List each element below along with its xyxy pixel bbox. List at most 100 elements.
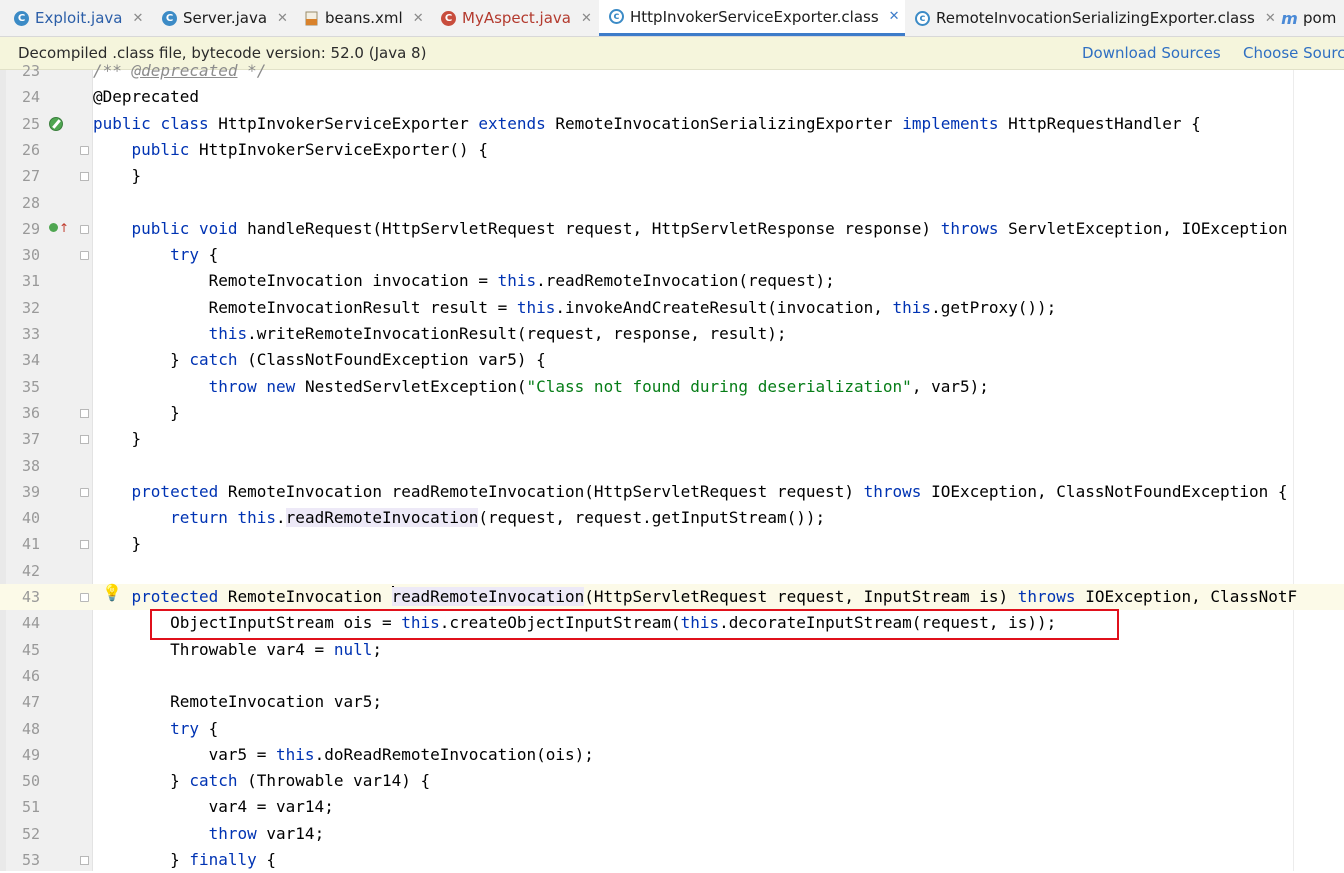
- code-line[interactable]: 25 public class HttpInvokerServiceExporte…: [0, 111, 1344, 137]
- tab-server-java[interactable]: C Server.java ✕: [162, 0, 288, 36]
- code-line[interactable]: 39 protected RemoteInvocation readRemote…: [0, 479, 1344, 505]
- code-text[interactable]: }: [93, 531, 142, 557]
- code-line[interactable]: 37 }: [0, 426, 1344, 452]
- code-text[interactable]: protected RemoteInvocation readRemoteInv…: [93, 479, 1288, 505]
- xml-file-icon: [304, 11, 319, 26]
- line-number: 47: [21, 693, 40, 711]
- code-text[interactable]: try {: [93, 716, 218, 742]
- java-class-icon: C: [162, 10, 177, 26]
- line-number: 42: [21, 562, 40, 580]
- line-number: 51: [21, 798, 40, 816]
- code-line[interactable]: 23 /** @deprecated */: [0, 58, 1344, 84]
- code-line[interactable]: 43 protected RemoteInvocation readRemote…: [0, 584, 1344, 610]
- code-line[interactable]: 49 var5 = this.doReadRemoteInvocation(oi…: [0, 742, 1344, 768]
- code-line[interactable]: 32 RemoteInvocationResult result = this.…: [0, 295, 1344, 321]
- code-line[interactable]: 42: [0, 558, 1344, 584]
- fold-marker-icon[interactable]: [80, 225, 89, 234]
- code-line[interactable]: 51 var4 = var14;: [0, 794, 1344, 820]
- fold-end-marker-icon[interactable]: [80, 435, 89, 444]
- fold-marker-icon[interactable]: [80, 593, 89, 602]
- override-marker-icon[interactable]: ↑: [49, 221, 69, 235]
- code-text[interactable]: Throwable var4 = null;: [93, 637, 382, 663]
- tab-remoteinvocationserializingexporter-class[interactable]: c RemoteInvocationSerializingExporter.cl…: [915, 0, 1276, 36]
- code-line[interactable]: 40 return this.readRemoteInvocation(requ…: [0, 505, 1344, 531]
- line-number: 45: [21, 641, 40, 659]
- code-text[interactable]: } catch (ClassNotFoundException var5) {: [93, 347, 546, 373]
- code-text[interactable]: public void handleRequest(HttpServletReq…: [93, 216, 1288, 242]
- code-text[interactable]: var5 = this.doReadRemoteInvocation(ois);: [93, 742, 594, 768]
- fold-marker-icon[interactable]: [80, 488, 89, 497]
- close-icon[interactable]: ✕: [132, 11, 143, 26]
- line-number: 43: [21, 588, 40, 606]
- code-line[interactable]: 26 public HttpInvokerServiceExporter() {: [0, 137, 1344, 163]
- code-text[interactable]: RemoteInvocation var5;: [93, 689, 382, 715]
- fold-marker-icon[interactable]: [80, 146, 89, 155]
- fold-end-marker-icon[interactable]: [80, 172, 89, 181]
- code-line[interactable]: 27 }: [0, 163, 1344, 189]
- code-line[interactable]: 47 RemoteInvocation var5;: [0, 689, 1344, 715]
- code-text[interactable]: } catch (Throwable var14) {: [93, 768, 430, 794]
- code-text[interactable]: }: [93, 163, 142, 189]
- tab-httpinvokerserviceexporter-class[interactable]: c HttpInvokerServiceExporter.class ✕: [599, 0, 905, 36]
- code-line[interactable]: 38: [0, 453, 1344, 479]
- code-line[interactable]: 36 }: [0, 400, 1344, 426]
- maven-pom-icon: m: [1281, 8, 1298, 28]
- code-line[interactable]: 30 try {: [0, 242, 1344, 268]
- code-line[interactable]: 34 } catch (ClassNotFoundException var5)…: [0, 347, 1344, 373]
- code-line[interactable]: 28: [0, 190, 1344, 216]
- implements-marker-icon[interactable]: [49, 117, 63, 131]
- code-text[interactable]: }: [93, 426, 142, 452]
- code-line[interactable]: 41 }: [0, 531, 1344, 557]
- code-line[interactable]: 52 throw var14;: [0, 821, 1344, 847]
- tab-beans-xml[interactable]: beans.xml ✕: [304, 0, 424, 36]
- tab-label: MyAspect.java: [462, 9, 571, 27]
- line-number: 46: [21, 667, 40, 685]
- code-text[interactable]: try {: [93, 242, 218, 268]
- fold-end-marker-icon[interactable]: [80, 856, 89, 865]
- line-number: 33: [21, 325, 40, 343]
- line-number: 30: [21, 246, 40, 264]
- code-text[interactable]: var4 = var14;: [93, 794, 334, 820]
- close-icon[interactable]: ✕: [1265, 11, 1276, 26]
- close-icon[interactable]: ✕: [889, 9, 900, 24]
- code-line[interactable]: 53 } finally {: [0, 847, 1344, 873]
- code-text[interactable]: protected RemoteInvocation readRemoteInv…: [93, 584, 1297, 610]
- code-text[interactable]: throw var14;: [93, 821, 325, 847]
- code-line[interactable]: 35 throw new NestedServletException("Cla…: [0, 374, 1344, 400]
- code-line[interactable]: 24 @Deprecated: [0, 84, 1344, 110]
- tab-exploit-java[interactable]: C Exploit.java ✕: [14, 0, 143, 36]
- code-text[interactable]: }: [93, 400, 180, 426]
- highlight-box: [150, 609, 1119, 640]
- tab-pom[interactable]: m pom: [1281, 0, 1336, 36]
- fold-end-marker-icon[interactable]: [80, 409, 89, 418]
- code-line[interactable]: 50 } catch (Throwable var14) {: [0, 768, 1344, 794]
- code-text[interactable]: @Deprecated: [93, 84, 199, 110]
- fold-end-marker-icon[interactable]: [80, 540, 89, 549]
- tab-myaspect-java[interactable]: C MyAspect.java ✕: [441, 0, 592, 36]
- code-text[interactable]: RemoteInvocationResult result = this.inv…: [93, 295, 1057, 321]
- line-number: 35: [21, 378, 40, 396]
- code-text[interactable]: this.writeRemoteInvocationResult(request…: [93, 321, 787, 347]
- close-icon[interactable]: ✕: [413, 11, 424, 26]
- class-file-icon: c: [609, 9, 624, 24]
- code-text[interactable]: } finally {: [93, 847, 276, 873]
- close-icon[interactable]: ✕: [581, 11, 592, 26]
- code-text[interactable]: public HttpInvokerServiceExporter() {: [93, 137, 488, 163]
- line-number: 40: [21, 509, 40, 527]
- lightbulb-intention-icon[interactable]: 💡: [102, 583, 122, 602]
- code-line[interactable]: 31 RemoteInvocation invocation = this.re…: [0, 268, 1344, 294]
- line-number: 53: [21, 851, 40, 869]
- code-line[interactable]: 33 this.writeRemoteInvocationResult(requ…: [0, 321, 1344, 347]
- code-text[interactable]: /** @deprecated */: [93, 58, 266, 84]
- code-text[interactable]: return this.readRemoteInvocation(request…: [93, 505, 825, 531]
- code-line[interactable]: 46: [0, 663, 1344, 689]
- code-line[interactable]: 29 public void handleRequest(HttpServlet…: [0, 216, 1344, 242]
- code-line[interactable]: 45 Throwable var4 = null;: [0, 637, 1344, 663]
- code-text[interactable]: public class HttpInvokerServiceExporter …: [93, 111, 1201, 137]
- tab-label: Exploit.java: [35, 9, 123, 27]
- code-line[interactable]: 48 try {: [0, 716, 1344, 742]
- fold-marker-icon[interactable]: [80, 251, 89, 260]
- code-text[interactable]: RemoteInvocation invocation = this.readR…: [93, 268, 835, 294]
- code-text[interactable]: throw new NestedServletException("Class …: [93, 374, 989, 400]
- close-icon[interactable]: ✕: [277, 11, 288, 26]
